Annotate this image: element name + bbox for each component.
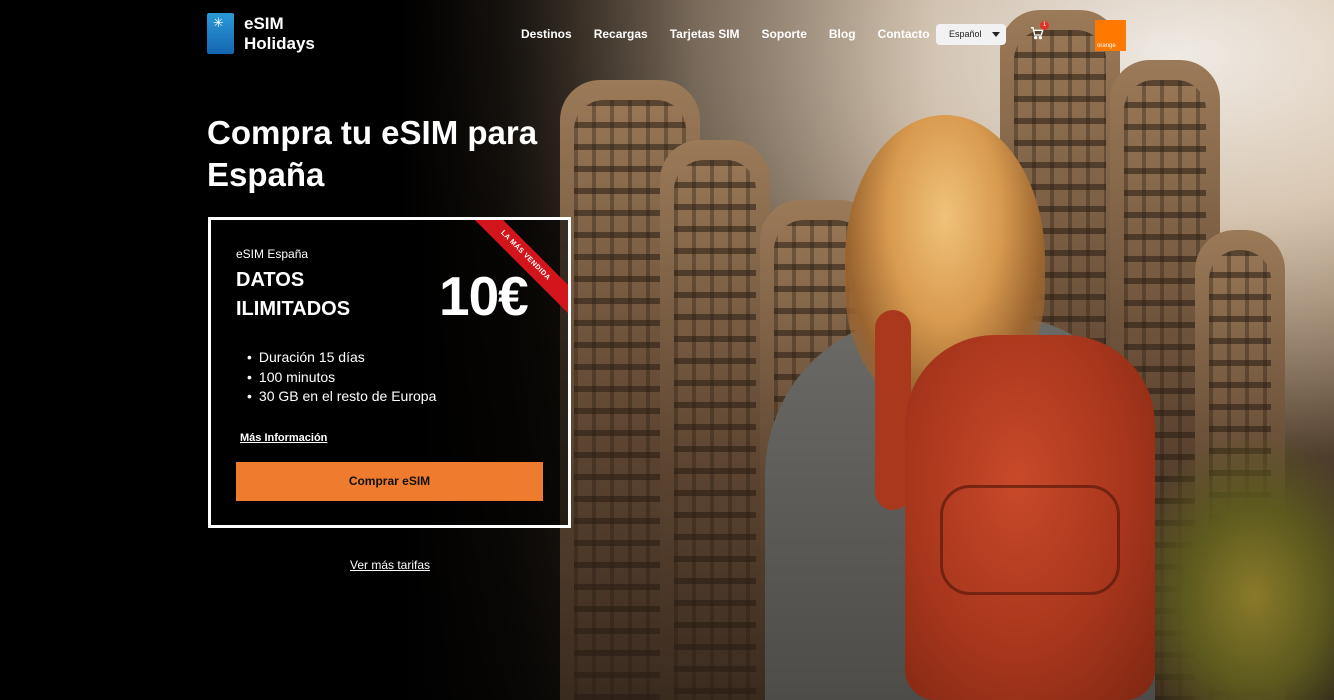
nav-destinos[interactable]: Destinos <box>521 27 572 41</box>
feature-item: 30 GB en el resto de Europa <box>247 387 436 407</box>
logo-icon <box>207 13 234 54</box>
cart-count-badge: 1 <box>1040 21 1049 30</box>
page-title: Compra tu eSIM para España <box>207 114 538 193</box>
language-value: Español <box>949 29 982 39</box>
plan-price: 10€ <box>439 265 529 327</box>
orange-partner-logo: orange <box>1095 20 1126 51</box>
feature-item: Duración 15 días <box>247 348 436 368</box>
plan-title: DATOS ILIMITADOS <box>236 269 351 320</box>
hero-background-image <box>0 0 1334 700</box>
logo-line-2: Holidays <box>244 33 315 53</box>
logo-line-1: eSIM <box>244 13 284 33</box>
plan-features: Duración 15 días 100 minutos 30 GB en el… <box>247 348 436 407</box>
buy-esim-button[interactable]: Comprar eSIM <box>236 462 543 501</box>
nav-soporte[interactable]: Soporte <box>762 27 807 41</box>
feature-item: 100 minutos <box>247 368 436 388</box>
plan-card: LA MÁS VENDIDA eSIM España DATOS ILIMITA… <box>208 217 571 528</box>
nav-blog[interactable]: Blog <box>829 27 856 41</box>
nav-contacto[interactable]: Contacto <box>878 27 930 41</box>
site-logo[interactable]: eSIM Holidays <box>207 13 315 54</box>
nav-tarjetas-sim[interactable]: Tarjetas SIM <box>670 27 740 41</box>
more-info-link[interactable]: Más Información <box>240 432 327 444</box>
nav-recargas[interactable]: Recargas <box>594 27 648 41</box>
more-rates-link[interactable]: Ver más tarifas <box>350 558 430 572</box>
cathedral-tower <box>660 140 770 700</box>
traveler-figure <box>765 115 1165 700</box>
chevron-down-icon <box>992 32 1000 37</box>
site-header: eSIM Holidays Destinos Recargas Tarjetas… <box>0 0 1334 70</box>
main-nav: Destinos Recargas Tarjetas SIM Soporte B… <box>521 27 952 41</box>
cart-button[interactable]: 1 <box>1029 21 1049 45</box>
language-select[interactable]: Español <box>936 24 1006 45</box>
plan-subtitle: eSIM España <box>236 247 309 261</box>
